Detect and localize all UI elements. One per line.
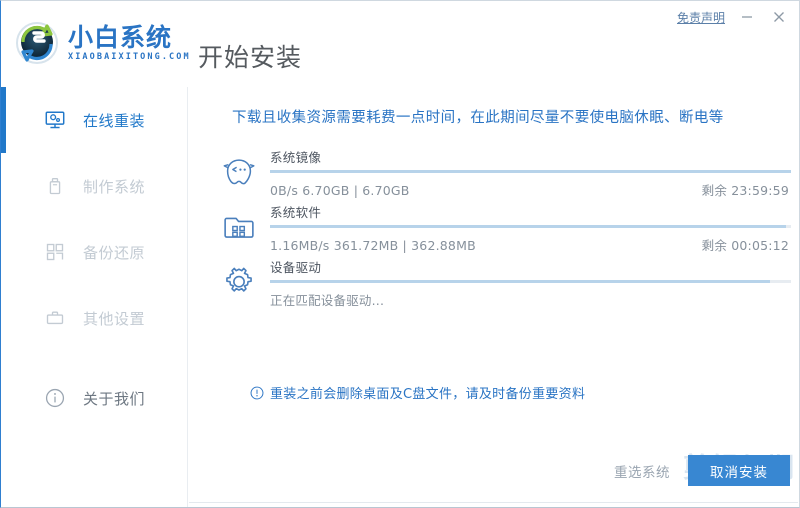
sidebar-item-label: 其他设置 xyxy=(83,309,146,328)
footer-actions: 重选系统 取消安装 xyxy=(614,455,790,486)
task-title: 设备驱动 xyxy=(270,260,322,275)
disclaimer-link[interactable]: 免责声明 xyxy=(677,9,725,26)
exclamation-circle-icon xyxy=(250,386,264,400)
brand-name-cn: 小白系统 xyxy=(68,22,173,52)
monitor-icon xyxy=(43,108,67,132)
task-remaining: 剩余 23:59:59 xyxy=(701,183,789,198)
warning-banner: 重装之前会删除桌面及C盘文件，请及时备份重要资料 xyxy=(250,383,585,402)
active-accent-bar xyxy=(1,153,6,219)
active-accent-bar xyxy=(1,285,6,351)
notice-text: 下载且收集资源需要耗费一点时间，在此期间尽量不要使电脑休眠、断电等 xyxy=(232,110,724,126)
progress-fill xyxy=(270,225,786,228)
task-row: 系统软件 1.16MB/s 361.72MB | 362.88MB 剩余 00:… xyxy=(202,202,791,257)
task-title: 系统镜像 xyxy=(270,150,322,165)
task-row: 系统镜像 0B/s 6.70GB | 6.70GB 剩余 23:59:59 xyxy=(202,147,791,202)
reselect-system-button[interactable]: 重选系统 xyxy=(614,461,670,481)
sidebar-item-label: 关于我们 xyxy=(83,389,146,408)
active-accent-bar xyxy=(1,87,6,153)
page-title: 开始安装 xyxy=(198,43,303,72)
task-remaining: 剩余 00:05:12 xyxy=(701,238,789,253)
sidebar-item-about-us[interactable]: 关于我们 xyxy=(1,365,187,431)
sidebar-item-label: 制作系统 xyxy=(83,177,146,196)
task-meta: 正在匹配设备驱动... xyxy=(270,290,791,309)
app-window: 小白系统 XIAOBAIXITONG.COM 开始安装 免责声明 在线重装 制作… xyxy=(0,0,800,508)
progress-track xyxy=(270,225,791,228)
footer-divider xyxy=(189,502,798,503)
task-status-text: 正在匹配设备驱动... xyxy=(270,293,385,308)
progress-fill xyxy=(270,280,771,283)
ghost-face-icon xyxy=(220,153,258,191)
warning-text: 重装之前会删除桌面及C盘文件，请及时备份重要资料 xyxy=(270,387,586,402)
refresh-circle-logo-icon xyxy=(14,20,60,66)
cancel-install-button[interactable]: 取消安装 xyxy=(688,455,790,486)
title-bar: 小白系统 XIAOBAIXITONG.COM 开始安装 免责声明 xyxy=(1,1,799,87)
sidebar-item-label: 备份还原 xyxy=(83,243,146,262)
task-title: 系统软件 xyxy=(270,205,322,220)
blocks-icon xyxy=(43,240,67,264)
usb-drive-icon xyxy=(43,174,67,198)
progress-track xyxy=(270,170,791,173)
sidebar-item-other-settings[interactable]: 其他设置 xyxy=(1,285,187,351)
close-icon[interactable] xyxy=(769,8,789,26)
active-accent-bar xyxy=(1,219,6,285)
sidebar-item-make-system[interactable]: 制作系统 xyxy=(1,153,187,219)
task-meta: 1.16MB/s 361.72MB | 362.88MB 剩余 00:05:12 xyxy=(270,235,791,254)
window-controls: 免责声明 xyxy=(677,8,789,26)
task-list: 系统镜像 0B/s 6.70GB | 6.70GB 剩余 23:59:59 系统… xyxy=(202,147,791,312)
brand-text: 小白系统 XIAOBAIXITONG.COM xyxy=(68,25,191,62)
sidebar-item-backup-restore[interactable]: 备份还原 xyxy=(1,219,187,285)
gear-icon xyxy=(220,263,258,301)
task-speed-size: 1.16MB/s 361.72MB | 362.88MB xyxy=(270,238,476,253)
task-speed-size: 0B/s 6.70GB | 6.70GB xyxy=(270,183,410,198)
task-meta: 0B/s 6.70GB | 6.70GB 剩余 23:59:59 xyxy=(270,180,791,199)
progress-track xyxy=(270,280,791,283)
sidebar-item-label: 在线重装 xyxy=(83,111,146,130)
toolbox-icon xyxy=(43,306,67,330)
main-content: 下载且收集资源需要耗费一点时间，在此期间尽量不要使电脑休眠、断电等 系统镜像 0… xyxy=(188,87,799,507)
active-accent-bar xyxy=(1,365,6,431)
sidebar: 在线重装 制作系统 备份还原 其他设置 关于我们 xyxy=(1,87,188,507)
brand-name-en: XIAOBAIXITONG.COM xyxy=(68,51,191,62)
sidebar-item-online-reinstall[interactable]: 在线重装 xyxy=(1,87,187,153)
task-row: 设备驱动 正在匹配设备驱动... xyxy=(202,257,791,312)
brand-logo: 小白系统 XIAOBAIXITONG.COM xyxy=(14,20,191,66)
progress-fill xyxy=(270,170,791,173)
folder-grid-icon xyxy=(220,208,258,246)
info-circle-icon xyxy=(43,386,67,410)
minimize-icon[interactable] xyxy=(737,8,757,26)
